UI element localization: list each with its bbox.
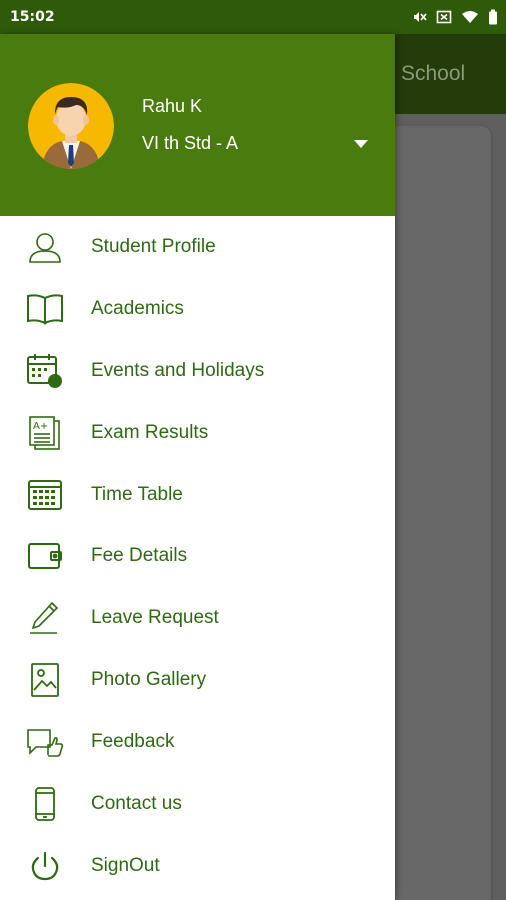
menu-label: Feedback [91,731,175,753]
user-class-section: VI th Std - A [142,133,239,153]
drawer-header: Rahu K VI th Std - A [0,34,395,216]
menu-item-time-table[interactable]: Time Table [0,464,395,526]
app-title: School [401,62,466,85]
menu-item-fee-details[interactable]: Fee Details [0,525,395,587]
status-icons [411,9,498,25]
status-time: 15:02 [10,9,55,25]
menu-item-exam-results[interactable]: A+ Exam Results [0,402,395,464]
menu-item-leave-request[interactable]: Leave Request [0,587,395,649]
menu-label: Photo Gallery [91,669,207,691]
calendar-icon [26,352,64,390]
drawer-menu: Student Profile Academics Events and Hol… [0,216,395,897]
battery-icon [488,9,498,25]
menu-label: Events and Holidays [91,359,265,381]
svg-text:A+: A+ [33,421,48,432]
menu-label: Leave Request [91,607,219,629]
app-body-scrim[interactable] [395,114,506,900]
menu-label: Student Profile [91,235,216,257]
mute-icon [411,9,427,25]
menu-item-feedback[interactable]: Feedback [0,711,395,773]
account-dropdown-icon[interactable] [352,137,370,149]
menu-label: Time Table [91,483,183,505]
exam-results-icon: A+ [26,414,64,452]
menu-label: Contact us [91,792,182,814]
menu-item-student-profile[interactable]: Student Profile [0,216,395,278]
menu-item-contact-us[interactable]: Contact us [0,773,395,835]
navigation-drawer: Rahu K VI th Std - A Student Profile Aca… [0,34,395,900]
menu-item-events-and-holidays[interactable]: Events and Holidays [0,340,395,402]
wifi-icon [461,9,479,25]
user-icon [26,228,64,266]
app-content-card [395,126,491,900]
power-icon [26,847,64,885]
menu-item-academics[interactable]: Academics [0,278,395,340]
pencil-icon [26,599,64,637]
status-bar: 15:02 [0,0,506,34]
menu-item-photo-gallery[interactable]: Photo Gallery [0,649,395,711]
photo-icon [26,661,64,699]
menu-item-signout[interactable]: SignOut [0,835,395,897]
student-avatar-icon [28,83,114,169]
timetable-icon [26,476,64,514]
feedback-icon [26,723,64,761]
close-box-icon [436,9,452,25]
menu-label: Exam Results [91,421,209,443]
app-toolbar: School [395,34,506,114]
menu-label: Academics [91,297,184,319]
wallet-icon [26,537,64,575]
menu-label: Fee Details [91,545,188,567]
user-name: Rahu K [142,96,203,116]
phone-icon [26,785,64,823]
book-icon [26,290,64,328]
menu-label: SignOut [91,854,160,876]
